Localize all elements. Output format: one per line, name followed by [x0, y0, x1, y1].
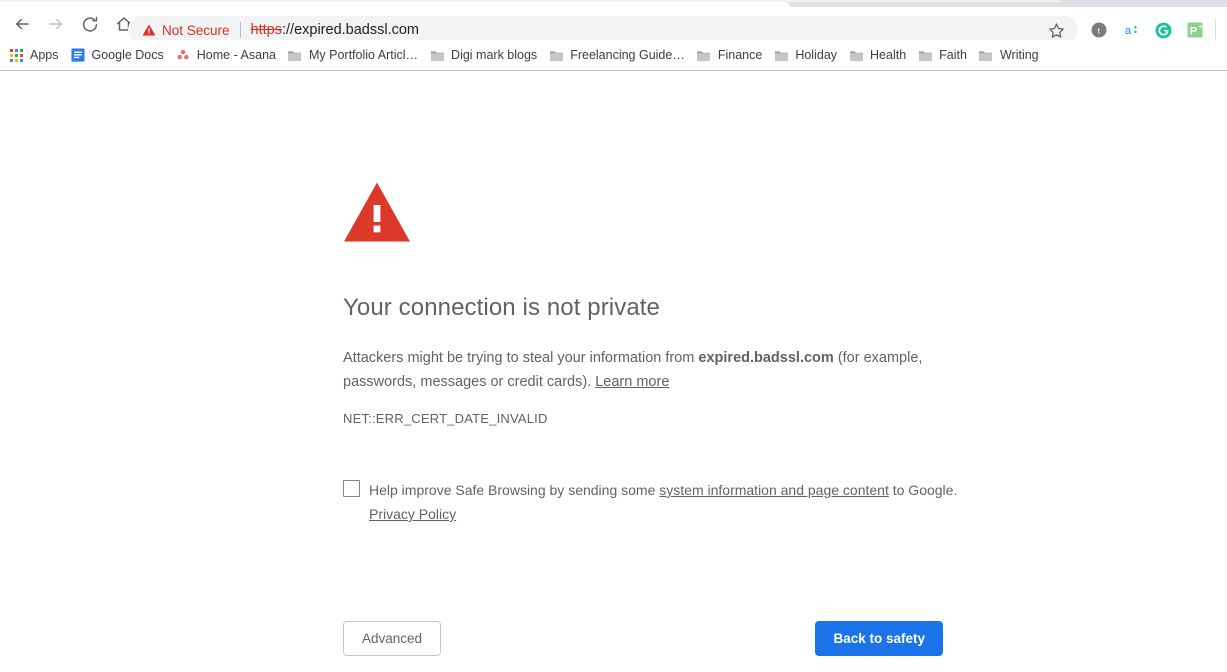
toolbar-divider [1215, 19, 1216, 39]
bookmark-folder-freelancing-guide[interactable]: Freelancing Guide… [545, 43, 693, 67]
bookmark-label: My Portfolio Articl… [308, 48, 419, 62]
interstitial-button-row: Advanced Back to safety [343, 621, 943, 656]
google-docs-icon [70, 47, 86, 63]
ssl-interstitial: Your connection is not private Attackers… [343, 181, 983, 656]
bookmark-label: Health [870, 48, 907, 62]
page-title: Your connection is not private [343, 294, 660, 321]
bookmark-folder-holiday[interactable]: Holiday [770, 43, 845, 67]
bookmark-folder-health[interactable]: Health [845, 43, 914, 67]
bookmark-folder-my-portfolio-articles[interactable]: My Portfolio Articl… [284, 43, 426, 67]
folder-icon [696, 47, 712, 63]
bookmark-apps[interactable]: Apps [5, 43, 67, 67]
bookmark-label: Freelancing Guide… [570, 48, 685, 62]
privacy-policy-link[interactable]: Privacy Policy [369, 506, 456, 522]
folder-icon [848, 47, 864, 63]
error-code: NET::ERR_CERT_DATE_INVALID [343, 411, 548, 426]
folder-icon [773, 47, 789, 63]
bookmark-folder-faith[interactable]: Faith [914, 43, 975, 67]
svg-text:a: a [1125, 25, 1132, 37]
svg-text:+: + [1198, 24, 1202, 31]
back-to-safety-button[interactable]: Back to safety [815, 621, 943, 656]
affected-domain: expired.badssl.com [698, 350, 834, 366]
bookmark-folder-digi-mark-blogs[interactable]: Digi mark blogs [426, 43, 545, 67]
safe-browsing-optin-row: Help improve Safe Browsing by sending so… [343, 478, 983, 526]
bookmark-label: Apps [30, 48, 59, 62]
body-text-part1: Attackers might be trying to steal your … [343, 350, 699, 366]
bookmark-label: Faith [939, 48, 967, 62]
system-information-link[interactable]: system information and page content [659, 482, 889, 498]
optin-text-part1: Help improve Safe Browsing by sending so… [369, 482, 660, 498]
advanced-button[interactable]: Advanced [343, 621, 442, 656]
bookmark-label: Finance [717, 48, 763, 62]
forward-icon[interactable] [42, 10, 70, 38]
interstitial-body: Attackers might be trying to steal your … [343, 346, 928, 394]
safe-browsing-checkbox[interactable] [343, 480, 360, 497]
bookmarks-bar: Apps Google Docs Home - Asana My Portfol… [0, 40, 1227, 70]
svg-text:P: P [1190, 26, 1198, 38]
tab-strip [0, 0, 1227, 7]
optin-text-part2: to Google. [888, 482, 958, 498]
learn-more-link[interactable]: Learn more [595, 374, 669, 390]
folder-icon [917, 47, 933, 63]
asana-icon [175, 47, 191, 63]
url-text: https://expired.badssl.com [251, 22, 419, 38]
bookmark-folder-finance[interactable]: Finance [693, 43, 770, 67]
bookmark-label: Digi mark blogs [451, 48, 538, 62]
bookmark-label: Holiday [795, 48, 838, 62]
bookmark-label: Home - Asana [196, 48, 276, 62]
bookmark-label: Google Docs [91, 48, 164, 62]
omnibox-divider [239, 22, 241, 38]
red-warning-triangle-icon [343, 181, 983, 248]
bookmark-home-asana[interactable]: Home - Asana [172, 43, 284, 67]
not-secure-warning-icon [142, 23, 156, 37]
apps-grid-icon [8, 47, 24, 63]
folder-icon [429, 47, 445, 63]
bookmark-folder-writing[interactable]: Writing [975, 43, 1047, 67]
url-scheme: https [250, 22, 282, 38]
bookmark-label: Writing [999, 48, 1039, 62]
folder-icon [978, 47, 994, 63]
reload-icon[interactable] [76, 10, 104, 38]
folder-icon [548, 47, 564, 63]
safe-browsing-optin-text: Help improve Safe Browsing by sending so… [369, 478, 957, 526]
bookmark-google-docs[interactable]: Google Docs [67, 43, 172, 67]
page-content: Your connection is not private Attackers… [0, 71, 1227, 672]
browser-toolbar: Not Secure https://expired.badssl.com t … [0, 7, 1227, 44]
url-remainder: ://expired.badssl.com [281, 22, 419, 38]
back-icon[interactable] [8, 10, 36, 38]
not-secure-label: Not Secure [162, 22, 230, 38]
folder-icon [287, 47, 303, 63]
